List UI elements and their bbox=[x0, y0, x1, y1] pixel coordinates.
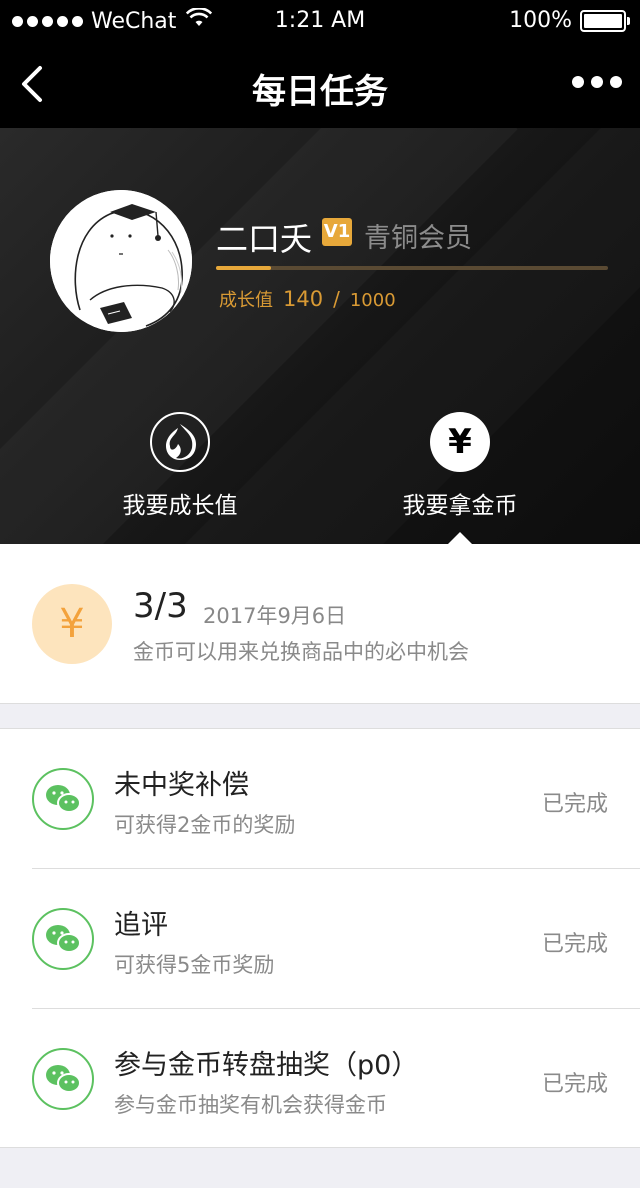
growth-progress-bar bbox=[216, 266, 608, 270]
task-description: 可获得5金币奖励 bbox=[114, 953, 275, 977]
growth-value: 140 bbox=[283, 287, 324, 311]
tab-get-coins[interactable]: ¥ 我要拿金币 bbox=[360, 412, 560, 520]
task-title: 追评 bbox=[114, 910, 168, 941]
wechat-icon bbox=[32, 908, 94, 970]
user-name: 二口夭 bbox=[216, 220, 313, 258]
level-badge: V1 bbox=[322, 218, 352, 246]
more-icon[interactable] bbox=[572, 76, 622, 88]
wechat-icon bbox=[32, 768, 94, 830]
growth-progress-fill bbox=[216, 266, 271, 270]
task-count: 3/3 bbox=[133, 586, 188, 626]
wechat-icon bbox=[32, 1048, 94, 1110]
task-status: 已完成 bbox=[541, 792, 608, 817]
battery-icon bbox=[580, 9, 630, 32]
yuan-icon: ¥ bbox=[430, 412, 490, 472]
growth-separator: / bbox=[333, 287, 340, 311]
profile-header: 二口夭 V1 青铜会员 成长值 140 / 1000 我要成长值 ¥ 我要拿金币 bbox=[0, 128, 640, 544]
coin-summary: ¥ 3/3 2017年9月6日 金币可以用来兑换商品中的必中机会 bbox=[0, 544, 640, 704]
task-status: 已完成 bbox=[541, 1072, 608, 1097]
task-title: 参与金币转盘抽奖（p0） bbox=[114, 1050, 419, 1081]
task-status: 已完成 bbox=[541, 932, 608, 957]
tab-growth-label: 我要成长值 bbox=[122, 493, 238, 519]
status-bar: WeChat 1:21 AM 100% bbox=[0, 0, 640, 40]
page-title: 每日任务 bbox=[252, 72, 388, 112]
status-bar-right: 100% bbox=[509, 8, 630, 33]
summary-description: 金币可以用来兑换商品中的必中机会 bbox=[133, 640, 469, 664]
active-tab-indicator bbox=[447, 532, 473, 544]
tab-coin-label: 我要拿金币 bbox=[402, 493, 518, 519]
member-level-label: 青铜会员 bbox=[364, 223, 472, 254]
growth-max: 1000 bbox=[349, 290, 396, 311]
task-title: 未中奖补偿 bbox=[114, 770, 249, 801]
summary-date: 2017年9月6日 bbox=[203, 604, 347, 628]
tab-growth-value[interactable]: 我要成长值 bbox=[80, 412, 280, 520]
list-item[interactable]: 未中奖补偿 可获得2金币的奖励 已完成 bbox=[0, 729, 640, 869]
growth-stats: 成长值 140 / 1000 bbox=[219, 286, 396, 312]
task-list: 未中奖补偿 可获得2金币的奖励 已完成 追评 可获得5金币奖励 已完成 参与金币… bbox=[0, 728, 640, 1148]
nav-bar: 每日任务 bbox=[0, 40, 640, 128]
task-description: 可获得2金币的奖励 bbox=[114, 813, 296, 837]
battery-percent: 100% bbox=[509, 8, 572, 33]
list-item[interactable]: 参与金币转盘抽奖（p0） 参与金币抽奖有机会获得金币 已完成 bbox=[0, 1009, 640, 1149]
coin-icon: ¥ bbox=[32, 584, 112, 664]
flame-icon bbox=[150, 412, 210, 472]
growth-label: 成长值 bbox=[219, 290, 273, 311]
avatar[interactable] bbox=[50, 190, 192, 332]
list-item[interactable]: 追评 可获得5金币奖励 已完成 bbox=[0, 869, 640, 1009]
task-description: 参与金币抽奖有机会获得金币 bbox=[114, 1093, 387, 1117]
